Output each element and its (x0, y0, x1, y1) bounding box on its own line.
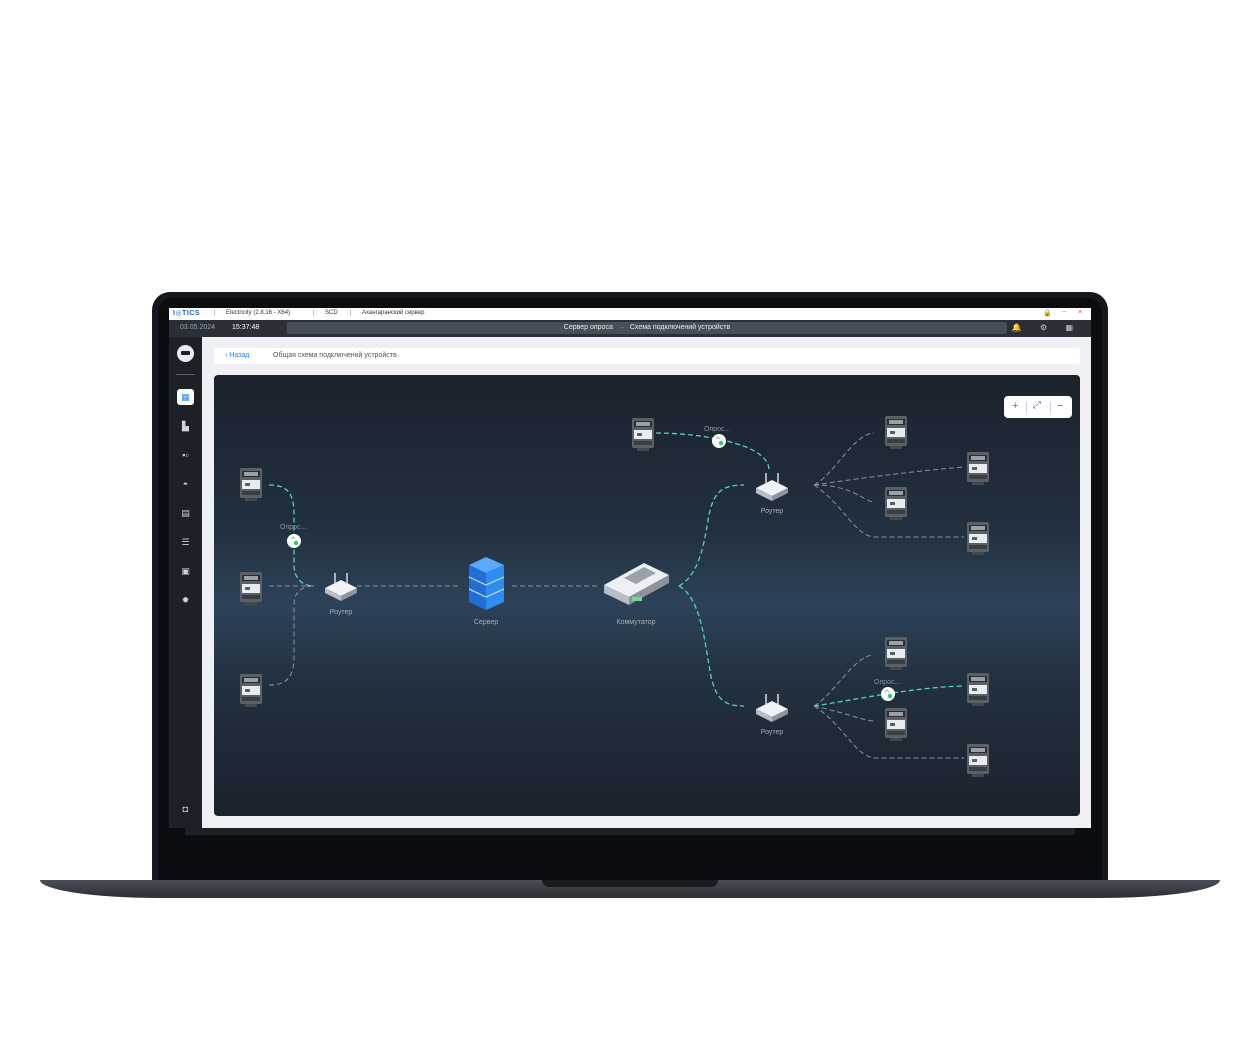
app-version: Electricity (2.8.16 - X64) (226, 310, 291, 316)
settings-icon[interactable]: ✹ (177, 592, 194, 608)
minimize-button[interactable]: − (1062, 309, 1066, 316)
poll-status-icon (880, 686, 896, 702)
router-device[interactable] (324, 572, 358, 602)
breadcrumb-arrow-icon: → (617, 324, 625, 331)
meter-device[interactable] (885, 708, 907, 741)
meter-device[interactable] (967, 522, 989, 555)
separator: | (313, 310, 315, 316)
breadcrumb-item-poll-server[interactable]: Сервер опроса (564, 324, 613, 331)
document-icon[interactable]: ▙ (177, 418, 194, 434)
list-icon[interactable]: ☰ (177, 534, 194, 550)
back-label: Назад (229, 352, 250, 359)
grid-icon[interactable]: ▪▫ (177, 447, 194, 463)
zoom-controls: + ⤢ − (1004, 396, 1072, 418)
separator: | (350, 310, 352, 316)
meter-device[interactable] (967, 673, 989, 706)
poll-status-label: Опрос... (874, 679, 900, 686)
lock-icon[interactable]: 🔒 (1043, 309, 1052, 317)
meter-device[interactable] (885, 487, 907, 520)
router-label: Роутер (761, 508, 784, 515)
connection-diagram[interactable]: Опрос... Роутер Сервер Коммутатор Опрос.… (214, 375, 1080, 816)
zoom-in-button[interactable]: + (1012, 400, 1018, 412)
server-label: Сервер (474, 619, 498, 626)
user-icon[interactable]: ◘ (177, 801, 194, 817)
fit-to-screen-button[interactable]: ⤢ (1033, 400, 1041, 411)
poll-status-icon (286, 533, 302, 549)
page-header: ‹ Назад Общая схема подключений устройст… (214, 348, 1080, 364)
router-label: Роутер (761, 729, 784, 736)
gauge-icon[interactable]: ◓ (177, 476, 194, 492)
breadcrumb-item-scheme: Схема подключений устройств (629, 324, 731, 331)
meter-device[interactable] (240, 674, 262, 707)
inbox-icon[interactable]: ▣ (177, 563, 194, 579)
router-label: Роутер (330, 609, 353, 616)
title-bar: I◎TICS | Electricity (2.8.16 - X64) | SC… (169, 308, 1091, 320)
laptop-notch (542, 880, 718, 887)
meter-device[interactable] (240, 468, 262, 501)
server-name: Ахангаранский сервер (362, 310, 425, 316)
page-title: Общая схема подключений устройств (273, 352, 397, 359)
sidebar: ▦ ▙ ▪▫ ◓ ▤ ☰ ▣ ✹ ◘ (169, 337, 202, 828)
active-links (268, 432, 965, 707)
poll-status-icon (711, 433, 727, 449)
meter-device[interactable] (632, 418, 654, 451)
calendar-icon[interactable]: ▦ (177, 389, 194, 405)
app-logo-icon (177, 345, 194, 362)
zoom-out-button[interactable]: − (1057, 400, 1063, 412)
screen-chin (185, 828, 1075, 835)
switch-device[interactable] (604, 563, 669, 605)
meter-device[interactable] (240, 572, 262, 605)
report-icon[interactable]: ▤ (177, 505, 194, 521)
meter-device[interactable] (967, 744, 989, 777)
poll-status-label: Опрос... (704, 426, 730, 433)
status-bar: 03.05.2024 15:37:48 Сервер опроса → Схема … (169, 320, 1091, 337)
sidebar-divider (176, 374, 195, 375)
meter-device[interactable] (967, 452, 989, 485)
app-logo: I◎TICS (173, 310, 200, 317)
current-date: 03.05.2024 (180, 324, 216, 331)
server-device[interactable] (468, 557, 505, 610)
router-device[interactable] (755, 693, 789, 723)
meter-device[interactable] (885, 416, 907, 449)
poll-status-label: Опрос... (280, 524, 306, 531)
switch-label: Коммутатор (617, 619, 656, 626)
status-icons[interactable]: 🔔 ⚙ ▦ (1012, 323, 1081, 332)
app-window: I◎TICS | Electricity (2.8.16 - X64) | SC… (169, 308, 1091, 828)
meter-device[interactable] (885, 637, 907, 670)
module-name: SCD (325, 310, 338, 316)
close-button[interactable]: × (1078, 309, 1082, 316)
breadcrumb: Сервер опроса → Схема подключений устройст… (287, 322, 1007, 334)
current-time: 15:37:48 (232, 324, 260, 331)
router-device[interactable] (755, 472, 789, 502)
separator: | (214, 310, 216, 316)
back-button[interactable]: ‹ Назад (225, 352, 249, 359)
